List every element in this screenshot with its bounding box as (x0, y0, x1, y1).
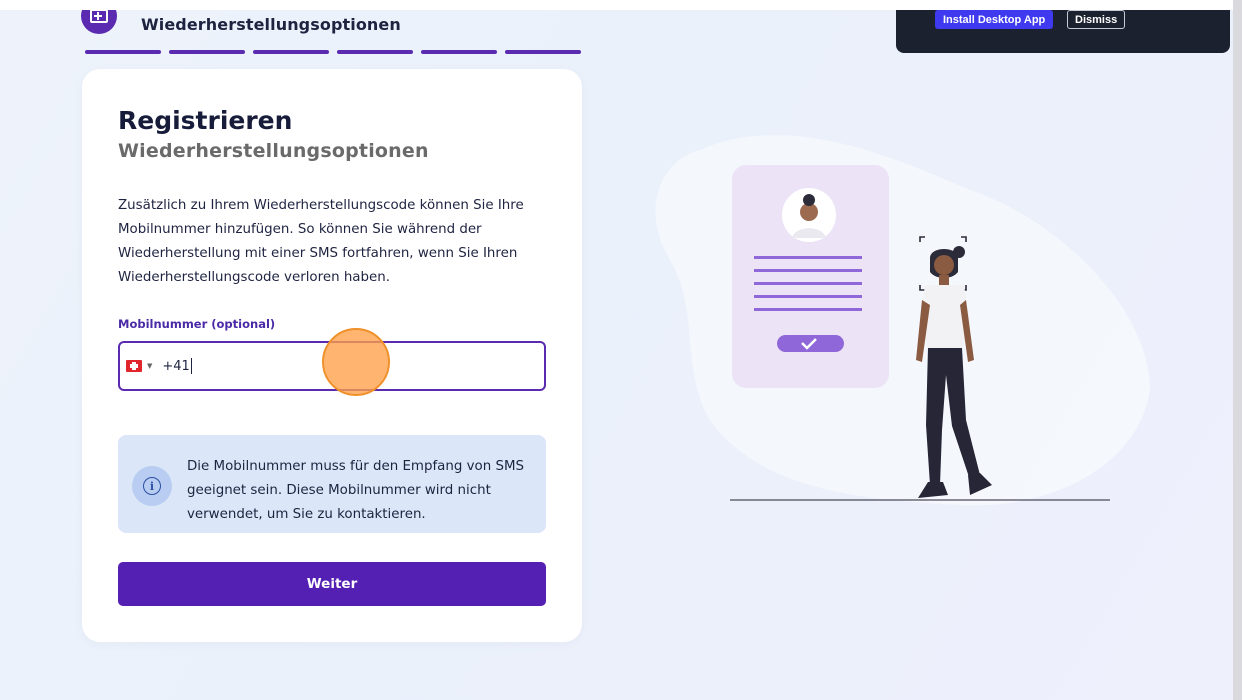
top-strip (0, 0, 1242, 10)
header-title: Wiederherstellungsoptionen (141, 15, 401, 34)
page-title: Registrieren (118, 106, 293, 135)
dismiss-button[interactable]: Dismiss (1067, 10, 1126, 29)
progress-step (85, 50, 161, 54)
chevron-down-icon[interactable]: ▼ (147, 362, 152, 370)
progress-step (253, 50, 329, 54)
swiss-flag-icon[interactable] (126, 360, 142, 372)
click-indicator (322, 328, 390, 396)
progress-bar (85, 50, 581, 54)
description-text: Zusätzlich zu Ihrem Wiederherstellungsco… (118, 198, 524, 285)
identity-illustration (655, 135, 1150, 506)
progress-step (421, 50, 497, 54)
page-subtitle: Wiederherstellungsoptionen (118, 140, 429, 162)
phone-value[interactable]: +41 (162, 359, 189, 374)
info-box: i Die Mobilnummer muss für den Empfang v… (118, 435, 546, 533)
install-desktop-app-button[interactable]: Install Desktop App (935, 10, 1054, 29)
progress-step (505, 50, 581, 54)
registration-card: Registrieren Wiederherstellungsoptionen … (82, 69, 582, 642)
text-cursor (190, 358, 192, 374)
info-icon-wrapper: i (132, 466, 172, 506)
desktop-app-toast: Install Desktop App Dismiss (896, 10, 1230, 53)
info-text: Die Mobilnummer muss für den Empfang von… (187, 459, 525, 522)
info-icon: i (143, 477, 161, 495)
progress-step (169, 50, 245, 54)
scrollbar[interactable] (1233, 0, 1242, 700)
progress-step (337, 50, 413, 54)
page-background: Wiederherstellungsoptionen Registrieren … (0, 10, 1233, 700)
next-button[interactable]: Weiter (118, 562, 546, 606)
mobile-number-label: Mobilnummer (optional) (118, 317, 276, 331)
app-logo (81, 10, 117, 34)
plus-square-icon (90, 10, 108, 23)
